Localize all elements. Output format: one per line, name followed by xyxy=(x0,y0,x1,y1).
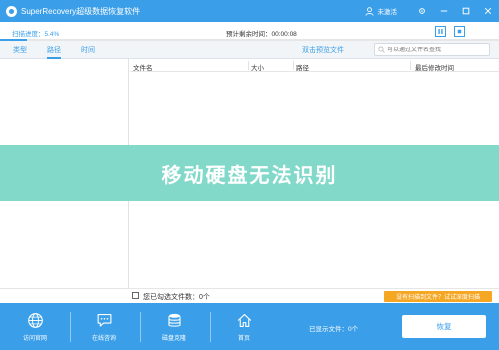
selection-status-row: 您已勾选文件数：0个 没有扫描到文件？试试深度扫描 xyxy=(0,288,499,303)
close-icon xyxy=(484,7,492,15)
banner-title: 移动硬盘无法识别 xyxy=(161,162,338,187)
deep-scan-hint-button[interactable]: 没有扫描到文件？试试深度扫描 xyxy=(384,291,492,302)
file-list-header: 文件名 大小 路径 最后修改时间 xyxy=(130,59,499,72)
nav-official-site-label: 访问官网 xyxy=(22,335,47,342)
tab-path[interactable]: 路径 xyxy=(47,45,61,59)
gear-icon xyxy=(419,8,425,14)
globe-icon xyxy=(27,312,43,328)
minimize-button[interactable] xyxy=(433,0,455,22)
title-bar: SuperRecovery超级数据恢复软件 未激活 xyxy=(0,0,499,22)
stop-icon xyxy=(457,29,462,34)
user-status-label: 未激活 xyxy=(377,9,398,16)
bottom-bar: 访问官网 在线咨询 磁盘克隆 首页 已显示文件：0个 恢复 xyxy=(0,303,499,350)
search-input[interactable] xyxy=(387,46,487,53)
database-icon xyxy=(167,313,181,327)
nav-home[interactable]: 首页 xyxy=(210,303,278,350)
double-click-preview-link[interactable]: 双击预览文件 xyxy=(302,45,344,55)
restore-button[interactable]: 恢复 xyxy=(402,315,486,338)
user-icon xyxy=(364,6,374,16)
pause-icon xyxy=(438,29,443,34)
nav-home-label: 首页 xyxy=(237,335,250,342)
pause-button[interactable] xyxy=(435,26,446,37)
nav-online-chat[interactable]: 在线咨询 xyxy=(70,303,138,350)
column-header-size[interactable]: 大小 xyxy=(251,62,264,72)
column-divider xyxy=(293,61,294,70)
maximize-icon xyxy=(462,7,470,15)
nav-disk-clone-label: 磁盘克隆 xyxy=(161,335,186,342)
column-header-path[interactable]: 路径 xyxy=(296,62,309,72)
scan-progress-label: 扫描进度：5.4% xyxy=(12,31,60,38)
nav-disk-clone[interactable]: 磁盘克隆 xyxy=(140,303,208,350)
chat-icon xyxy=(97,313,111,327)
search-icon xyxy=(378,46,385,53)
app-title: SuperRecovery超级数据恢复软件 xyxy=(21,6,141,16)
overlay-banner: 移动硬盘无法识别 xyxy=(0,145,499,201)
home-icon xyxy=(237,313,251,327)
nav-online-chat-label: 在线咨询 xyxy=(91,335,116,342)
user-account[interactable]: 未激活 xyxy=(364,6,398,16)
search-box[interactable] xyxy=(374,43,490,56)
title-bar-right: 未激活 xyxy=(364,0,499,22)
view-tabs-row: 类型 路径 时间 双击预览文件 xyxy=(0,41,499,59)
remaining-time-label: 预计剩余时间：00:00:08 xyxy=(226,31,297,38)
column-divider xyxy=(248,61,249,70)
settings-button[interactable] xyxy=(411,0,433,22)
tab-type[interactable]: 类型 xyxy=(13,45,27,55)
column-header-filename[interactable]: 文件名 xyxy=(133,62,153,72)
tab-time[interactable]: 时间 xyxy=(81,45,95,55)
selected-count-label: 您已勾选文件数：0个 xyxy=(143,294,210,301)
nav-official-site[interactable]: 访问官网 xyxy=(1,303,69,350)
app-logo-icon xyxy=(6,5,17,17)
maximize-button[interactable] xyxy=(455,0,477,22)
stop-button[interactable] xyxy=(454,26,465,37)
close-button[interactable] xyxy=(477,0,499,22)
minimize-icon xyxy=(440,10,448,12)
displayed-file-count: 已显示文件：0个 xyxy=(309,326,359,333)
scan-progress-row: 扫描进度：5.4% 预计剩余时间：00:00:08 xyxy=(0,22,499,41)
select-all-checkbox[interactable] xyxy=(132,292,139,299)
column-header-modified[interactable]: 最后修改时间 xyxy=(415,62,454,72)
column-divider xyxy=(410,61,411,70)
